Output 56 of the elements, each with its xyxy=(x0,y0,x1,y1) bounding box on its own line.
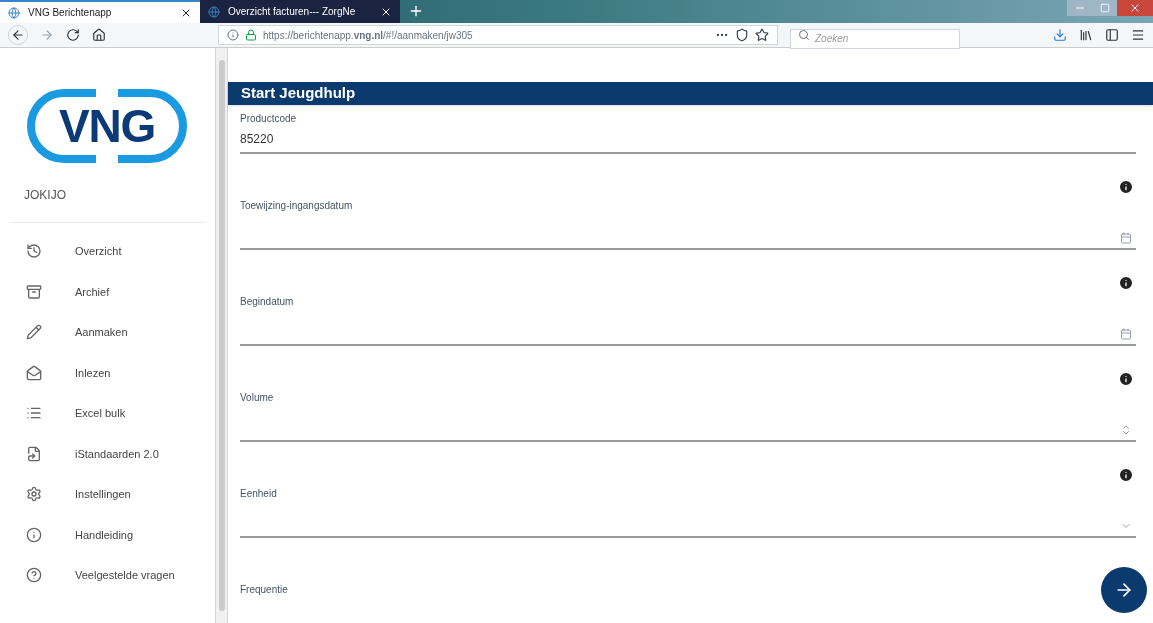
envelope-icon xyxy=(26,364,42,381)
close-icon xyxy=(1129,2,1141,14)
library-icon[interactable] xyxy=(1079,28,1093,42)
nav-item[interactable]: iStandaarden 2.0 xyxy=(0,433,215,474)
new-tab-icon[interactable] xyxy=(408,3,424,19)
document-icon xyxy=(26,445,42,462)
download-icon[interactable] xyxy=(1053,28,1067,42)
url-text: https://berichtenapp.vng.nl/#!/aanmaken/jw305 xyxy=(263,28,474,43)
field-label: Begindatum xyxy=(240,294,294,309)
nav-item[interactable]: Inlezen xyxy=(0,352,215,393)
lock-icon xyxy=(245,29,257,41)
history-icon xyxy=(26,243,42,260)
field-label: Productcode xyxy=(240,111,297,126)
info-icon xyxy=(26,526,42,543)
nav-item[interactable]: Overzicht xyxy=(0,231,215,272)
reload-icon[interactable] xyxy=(66,28,80,42)
page-icon xyxy=(208,5,220,18)
field-label: Toewijzing-ingangsdatum xyxy=(240,198,353,213)
calendar-icon[interactable] xyxy=(1120,327,1132,340)
nav-item[interactable]: Excel bulk xyxy=(0,393,215,434)
home-icon[interactable] xyxy=(92,28,106,42)
form-title: Start Jeugdhulp xyxy=(241,83,356,103)
search-field[interactable]: Zoeken xyxy=(790,28,960,49)
sidebar-icon[interactable] xyxy=(1105,28,1119,42)
tab-title: VNG Berichtenapp xyxy=(28,6,113,20)
field-label: Eenheid xyxy=(240,486,277,501)
shield-icon[interactable] xyxy=(735,28,749,42)
tab-title: Overzicht facturen--- ZorgNe xyxy=(228,5,357,19)
search-icon xyxy=(798,29,810,41)
pencil-icon xyxy=(26,324,42,341)
question-icon xyxy=(26,567,42,584)
user-name: JOKIJO xyxy=(24,187,67,204)
next-button[interactable] xyxy=(1101,567,1147,613)
archive-icon xyxy=(26,283,42,300)
maximize-icon xyxy=(1100,3,1110,13)
forward-icon[interactable] xyxy=(40,28,54,42)
window-close-button[interactable] xyxy=(1117,0,1153,16)
browser-tab[interactable]: Overzicht facturen--- ZorgNe xyxy=(200,0,400,23)
spinner-icon[interactable] xyxy=(1120,423,1132,436)
settings-icon xyxy=(26,486,42,503)
address-bar[interactable]: https://berichtenapp.vng.nl/#!/aanmaken/jw305 xyxy=(218,25,778,45)
field-label: Frequentie xyxy=(240,582,288,597)
browser-tab[interactable]: VNG Berichtenapp xyxy=(0,0,200,23)
star-icon[interactable] xyxy=(755,28,769,42)
field-label: Volume xyxy=(240,390,274,405)
back-icon xyxy=(11,28,25,42)
nav-item[interactable]: Aanmaken xyxy=(0,312,215,353)
menu-icon[interactable] xyxy=(1131,28,1145,42)
logo-text: VNG xyxy=(57,98,157,154)
nav-item[interactable]: Archief xyxy=(0,271,215,312)
calendar-icon[interactable] xyxy=(1120,231,1132,244)
nav-item[interactable]: Veelgestelde vragen xyxy=(0,555,215,596)
page-icon xyxy=(8,6,20,19)
nav-item[interactable]: Handleiding xyxy=(0,514,215,555)
input-field[interactable]: 85220 xyxy=(240,125,1136,154)
nav-item[interactable]: Instellingen xyxy=(0,474,215,515)
